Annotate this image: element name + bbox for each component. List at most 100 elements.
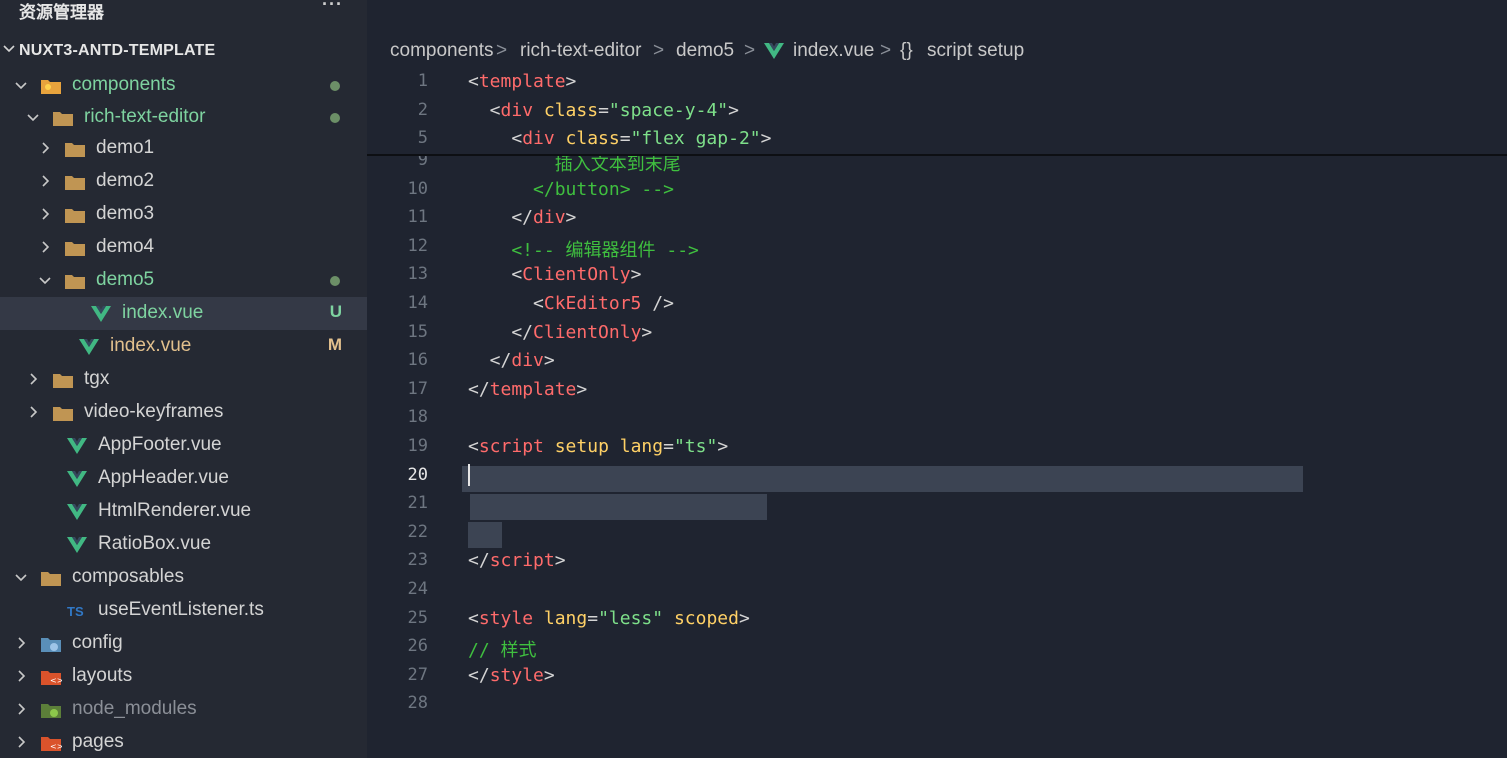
- line-number: 24: [407, 579, 428, 599]
- tree-item-demo5[interactable]: demo5: [0, 264, 367, 297]
- breadcrumb-script-setup[interactable]: script setup: [927, 40, 1024, 62]
- chevron-right-icon: [30, 373, 38, 385]
- tree-item-tgx[interactable]: tgx: [0, 363, 367, 396]
- code-text: </button> -->: [468, 178, 674, 200]
- breadcrumb-components[interactable]: components: [390, 40, 494, 62]
- code-line[interactable]: 1 <template>: [367, 69, 1507, 97]
- code-line[interactable]: 5 <div class="flex gap-2">: [367, 126, 1507, 154]
- code-line[interactable]: 15 </ClientOnly>: [367, 320, 1507, 348]
- tree-item-demo3[interactable]: demo3: [0, 198, 367, 231]
- tree-item-demo4[interactable]: demo4: [0, 231, 367, 264]
- chevron-right-icon: [42, 175, 50, 187]
- svg-text:<>: <>: [50, 742, 62, 751]
- tree-item-pages[interactable]: <> pages: [0, 726, 367, 758]
- tree-item-config[interactable]: config: [0, 627, 367, 660]
- tree-item-demo2[interactable]: demo2: [0, 165, 367, 198]
- chevron-down-icon: [15, 82, 27, 90]
- tree-item-node-modules[interactable]: node_modules: [0, 693, 367, 726]
- tree-item-label: pages: [72, 731, 124, 752]
- tree-item-label: demo2: [96, 170, 155, 191]
- text-cursor: [468, 464, 470, 486]
- chevron-right-icon: >: [653, 40, 665, 61]
- tree-item-layouts[interactable]: <> layouts: [0, 660, 367, 693]
- code-text: <div class="space-y-4">: [468, 100, 739, 121]
- tree-item-label: index.vue: [122, 302, 204, 323]
- code-line[interactable]: 2 <div class="space-y-4">: [367, 98, 1507, 126]
- tree-item-rich-text-editor[interactable]: rich-text-editor: [0, 101, 367, 134]
- tree-item-components[interactable]: components: [0, 69, 367, 102]
- selection-highlight: [468, 522, 502, 548]
- explorer-sidebar: 资源管理器 ··· NUXT3-ANTD-TEMPLATE components…: [0, 0, 367, 758]
- code-line[interactable]: 16 </div>: [367, 348, 1507, 376]
- more-actions-icon[interactable]: ···: [322, 0, 343, 15]
- line-number: 15: [407, 321, 428, 342]
- folder-icon: [64, 239, 86, 257]
- tree-item-label: rich-text-editor: [84, 106, 206, 127]
- code-line[interactable]: 26 // 样式: [367, 634, 1507, 662]
- folder-icon: [40, 701, 62, 719]
- code-line[interactable]: 22});: [367, 520, 1507, 548]
- tree-item-htmlrenderer-vue[interactable]: HtmlRenderer.vue: [0, 495, 367, 528]
- line-number: 18: [407, 407, 428, 428]
- tree-item-demo1[interactable]: demo1: [0, 132, 367, 165]
- workspace-section[interactable]: NUXT3-ANTD-TEMPLATE: [0, 39, 367, 65]
- code-text: <div class="flex gap-2">: [468, 128, 772, 149]
- vue-icon: [78, 338, 100, 356]
- git-change-dot: [330, 113, 340, 123]
- line-number: 11: [407, 207, 428, 228]
- tree-item-appfooter-vue[interactable]: AppFooter.vue: [0, 429, 367, 462]
- line-number: 21: [407, 493, 428, 514]
- tree-item-useeventlistener-ts[interactable]: TS useEventListener.ts: [0, 594, 367, 627]
- tree-item-appheader-vue[interactable]: AppHeader.vue: [0, 462, 367, 495]
- code-line[interactable]: 18: [367, 405, 1507, 433]
- tree-item-label: node_modules: [72, 698, 197, 719]
- chevron-right-icon: [18, 637, 26, 649]
- code-line[interactable]: 12 <!-- 编辑器组件 -->: [367, 234, 1507, 262]
- breadcrumb-rich-text-editor[interactable]: rich-text-editor: [520, 40, 641, 62]
- folder-icon: [52, 404, 74, 422]
- tree-item-video-keyframes[interactable]: video-keyframes: [0, 396, 367, 429]
- git-status-badge: U: [329, 302, 342, 321]
- line-number: 26: [407, 636, 428, 657]
- chevron-down-icon: [3, 45, 15, 53]
- code-line[interactable]: 13 <ClientOnly>: [367, 262, 1507, 290]
- chevron-right-icon: [30, 406, 38, 418]
- code-line[interactable]: 28: [367, 691, 1507, 719]
- line-number: 23: [407, 550, 428, 571]
- tree-item-index-vue[interactable]: index.vue M: [0, 330, 367, 363]
- folder-icon: [64, 140, 86, 158]
- code-line[interactable]: 14 <CkEditor5 />: [367, 291, 1507, 319]
- vue-icon: [66, 503, 88, 521]
- folder-icon: [52, 109, 74, 127]
- line-number: 16: [407, 350, 428, 371]
- tree-item-ratiobox-vue[interactable]: RatioBox.vue: [0, 528, 367, 561]
- chevron-right-icon: [42, 142, 50, 154]
- code-line[interactable]: 19 <script setup lang="ts">: [367, 434, 1507, 462]
- tree-item-label: demo1: [96, 137, 155, 158]
- tree-item-label: layouts: [72, 665, 133, 686]
- code-line[interactable]: 27 </style>: [367, 663, 1507, 691]
- line-number: 14: [407, 293, 428, 313]
- line-number: 28: [407, 693, 428, 714]
- tree-item-index-vue[interactable]: index.vue U: [0, 297, 367, 330]
- code-line[interactable]: 23 </script>: [367, 548, 1507, 576]
- breadcrumb-demo5[interactable]: demo5: [676, 40, 734, 62]
- braces-icon: {}: [900, 40, 913, 61]
- tree-item-composables[interactable]: composables: [0, 561, 367, 594]
- code-line[interactable]: 17 </template>: [367, 377, 1507, 405]
- code-line[interactable]: 24: [367, 577, 1507, 605]
- tree-item-label: tgx: [84, 368, 110, 389]
- tree-item-label: HtmlRenderer.vue: [98, 500, 252, 521]
- code-text: <!-- 编辑器组件 -->: [468, 239, 699, 261]
- code-line[interactable]: 25 <style lang="less" scoped>: [367, 606, 1507, 634]
- code-line[interactable]: 11 </div>: [367, 205, 1507, 233]
- breadcrumb-index-vue[interactable]: index.vue: [793, 40, 874, 62]
- selection-highlight: [462, 466, 1303, 492]
- code-text: </div>: [468, 350, 555, 372]
- line-number: 25: [407, 607, 428, 628]
- code-text: </ClientOnly>: [468, 321, 653, 343]
- code-line[interactable]: 10 </button> -->: [367, 177, 1507, 205]
- tree-item-label: useEventListener.ts: [98, 599, 264, 620]
- vue-icon: [90, 305, 112, 323]
- code-text: </template>: [468, 378, 588, 400]
